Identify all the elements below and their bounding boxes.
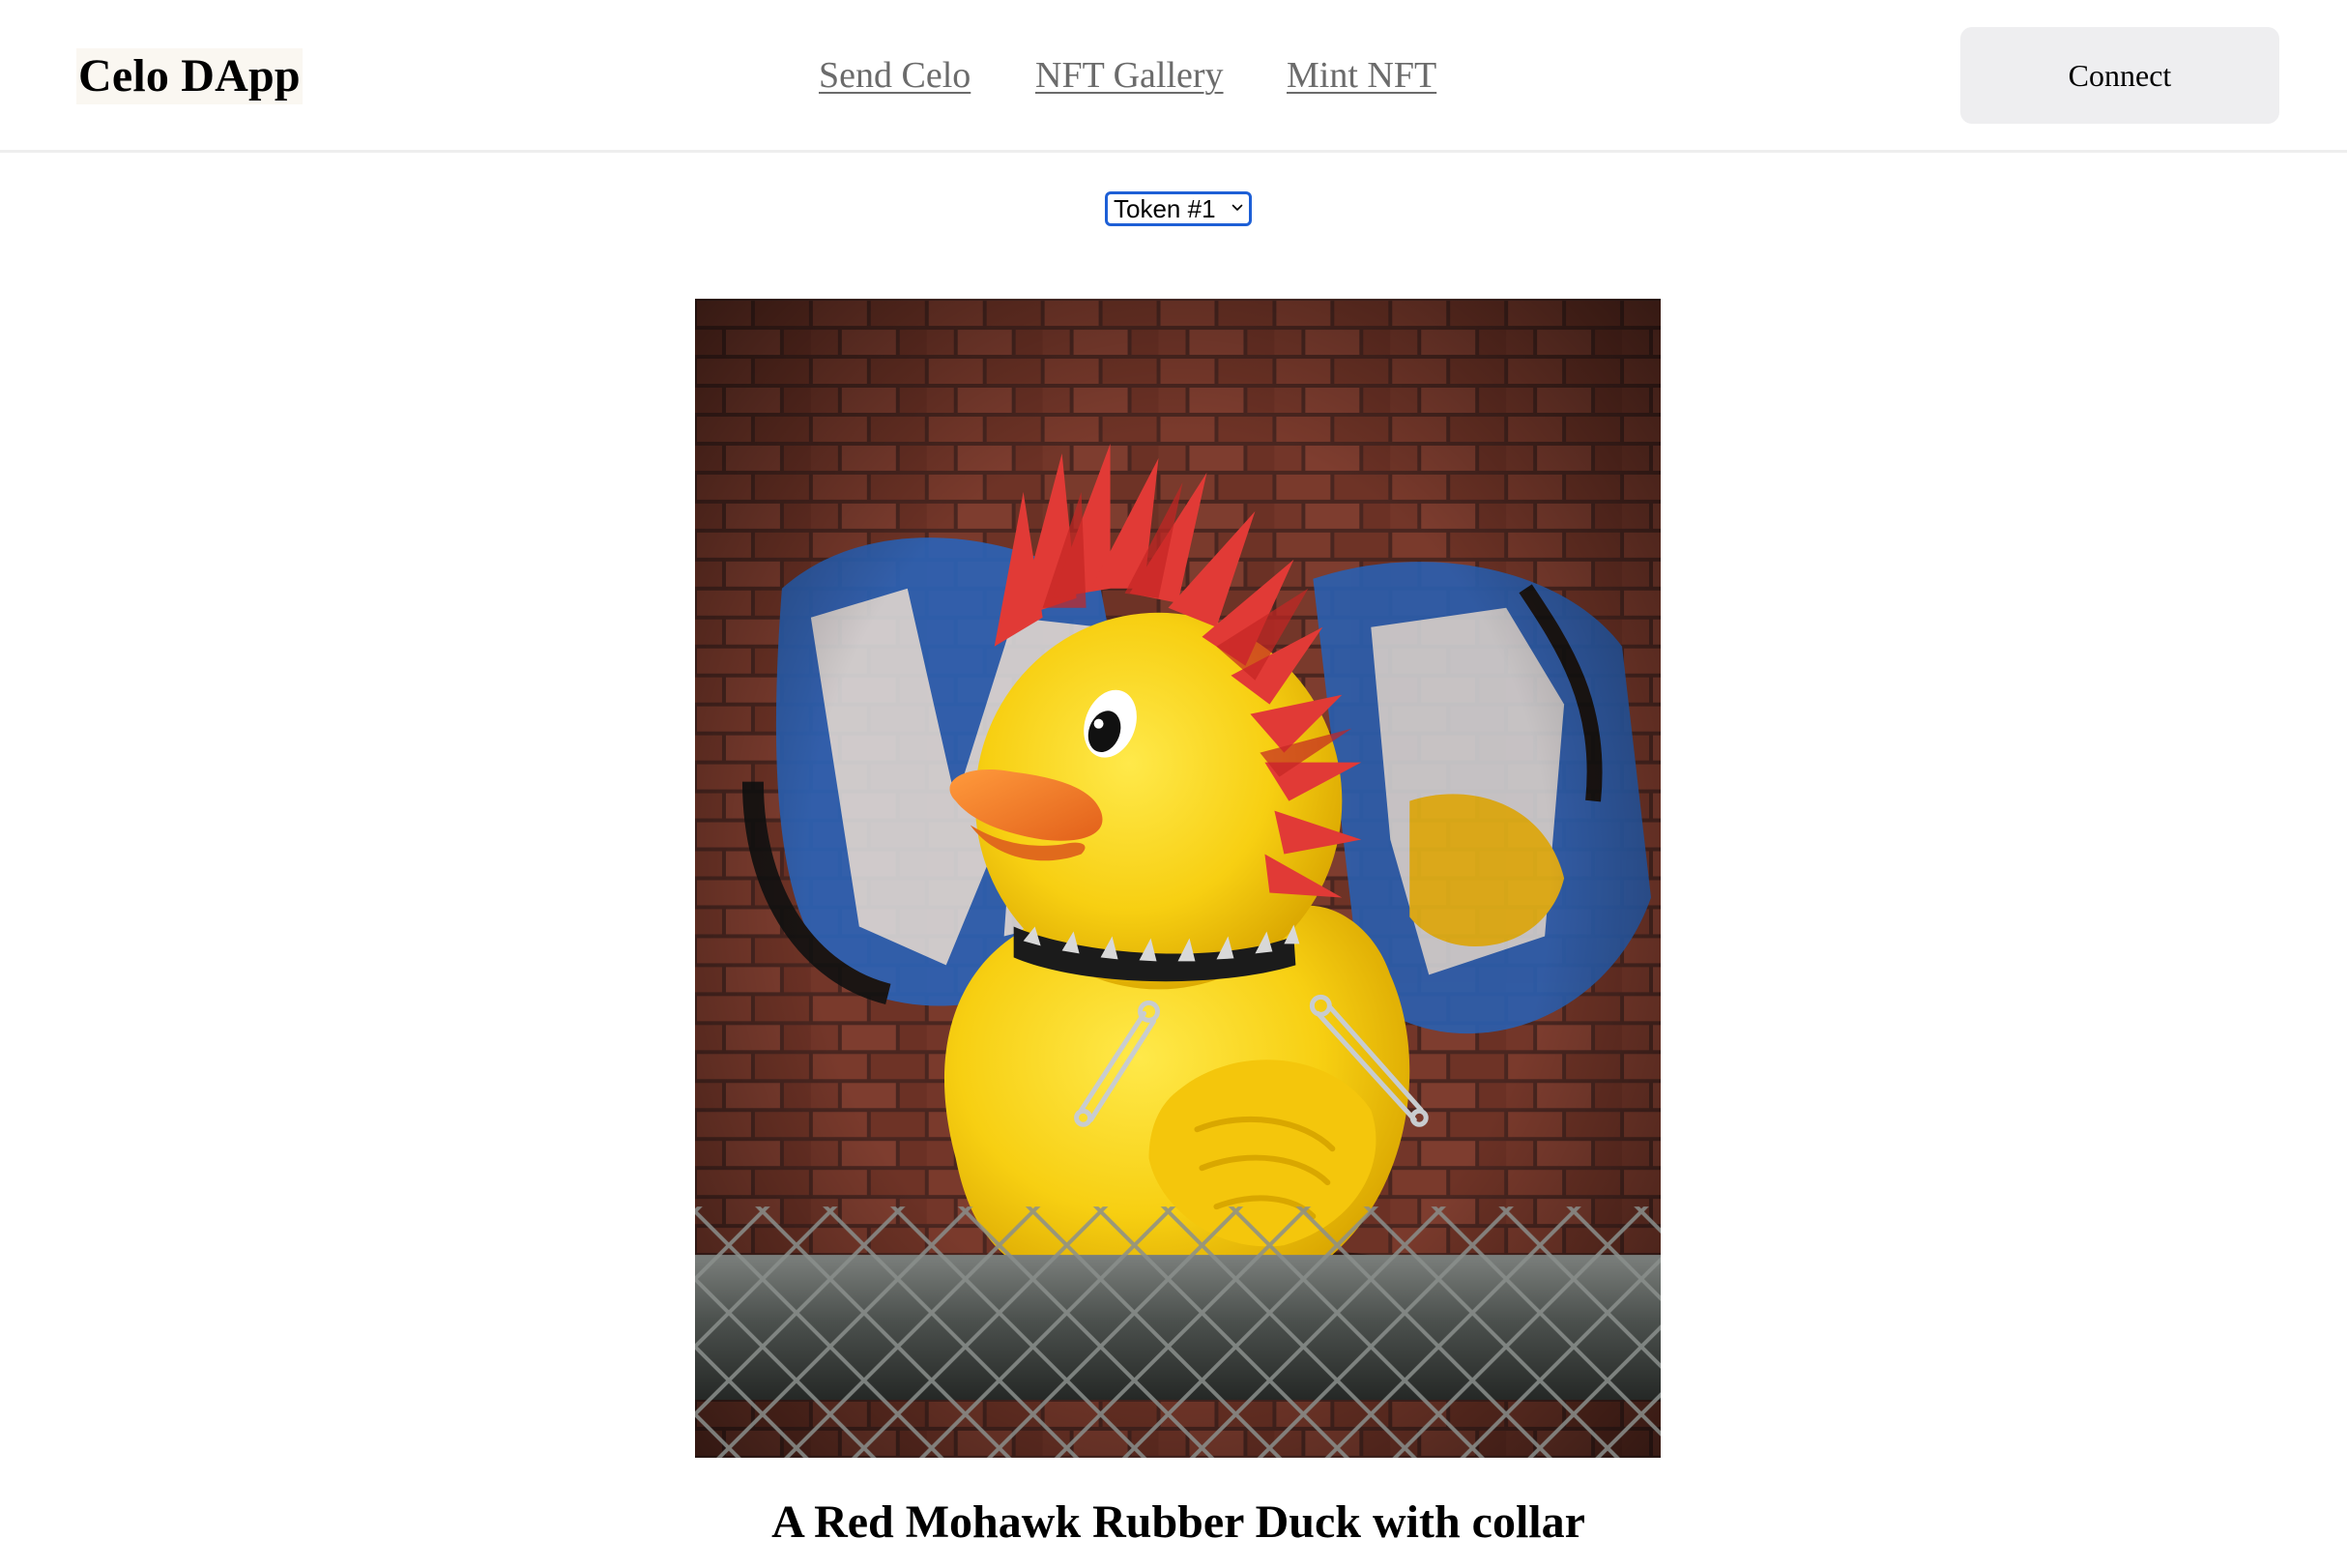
nav-link-nft-gallery[interactable]: NFT Gallery <box>1035 44 1224 106</box>
token-select[interactable]: Token #1 <box>1105 191 1252 226</box>
nft-image <box>695 299 1661 1458</box>
connect-wallet-button[interactable]: Connect <box>1960 27 2279 124</box>
top-header: Celo DApp Send Celo NFT Gallery Mint NFT… <box>0 0 2347 153</box>
chevron-down-icon <box>1231 204 1243 211</box>
nav-link-send-celo[interactable]: Send Celo <box>819 44 971 106</box>
nav-link-mint-nft[interactable]: Mint NFT <box>1287 44 1436 106</box>
token-select-value: Token #1 <box>1114 194 1216 223</box>
nft-title: A Red Mohawk Rubber Duck with collar <box>771 1496 1585 1548</box>
